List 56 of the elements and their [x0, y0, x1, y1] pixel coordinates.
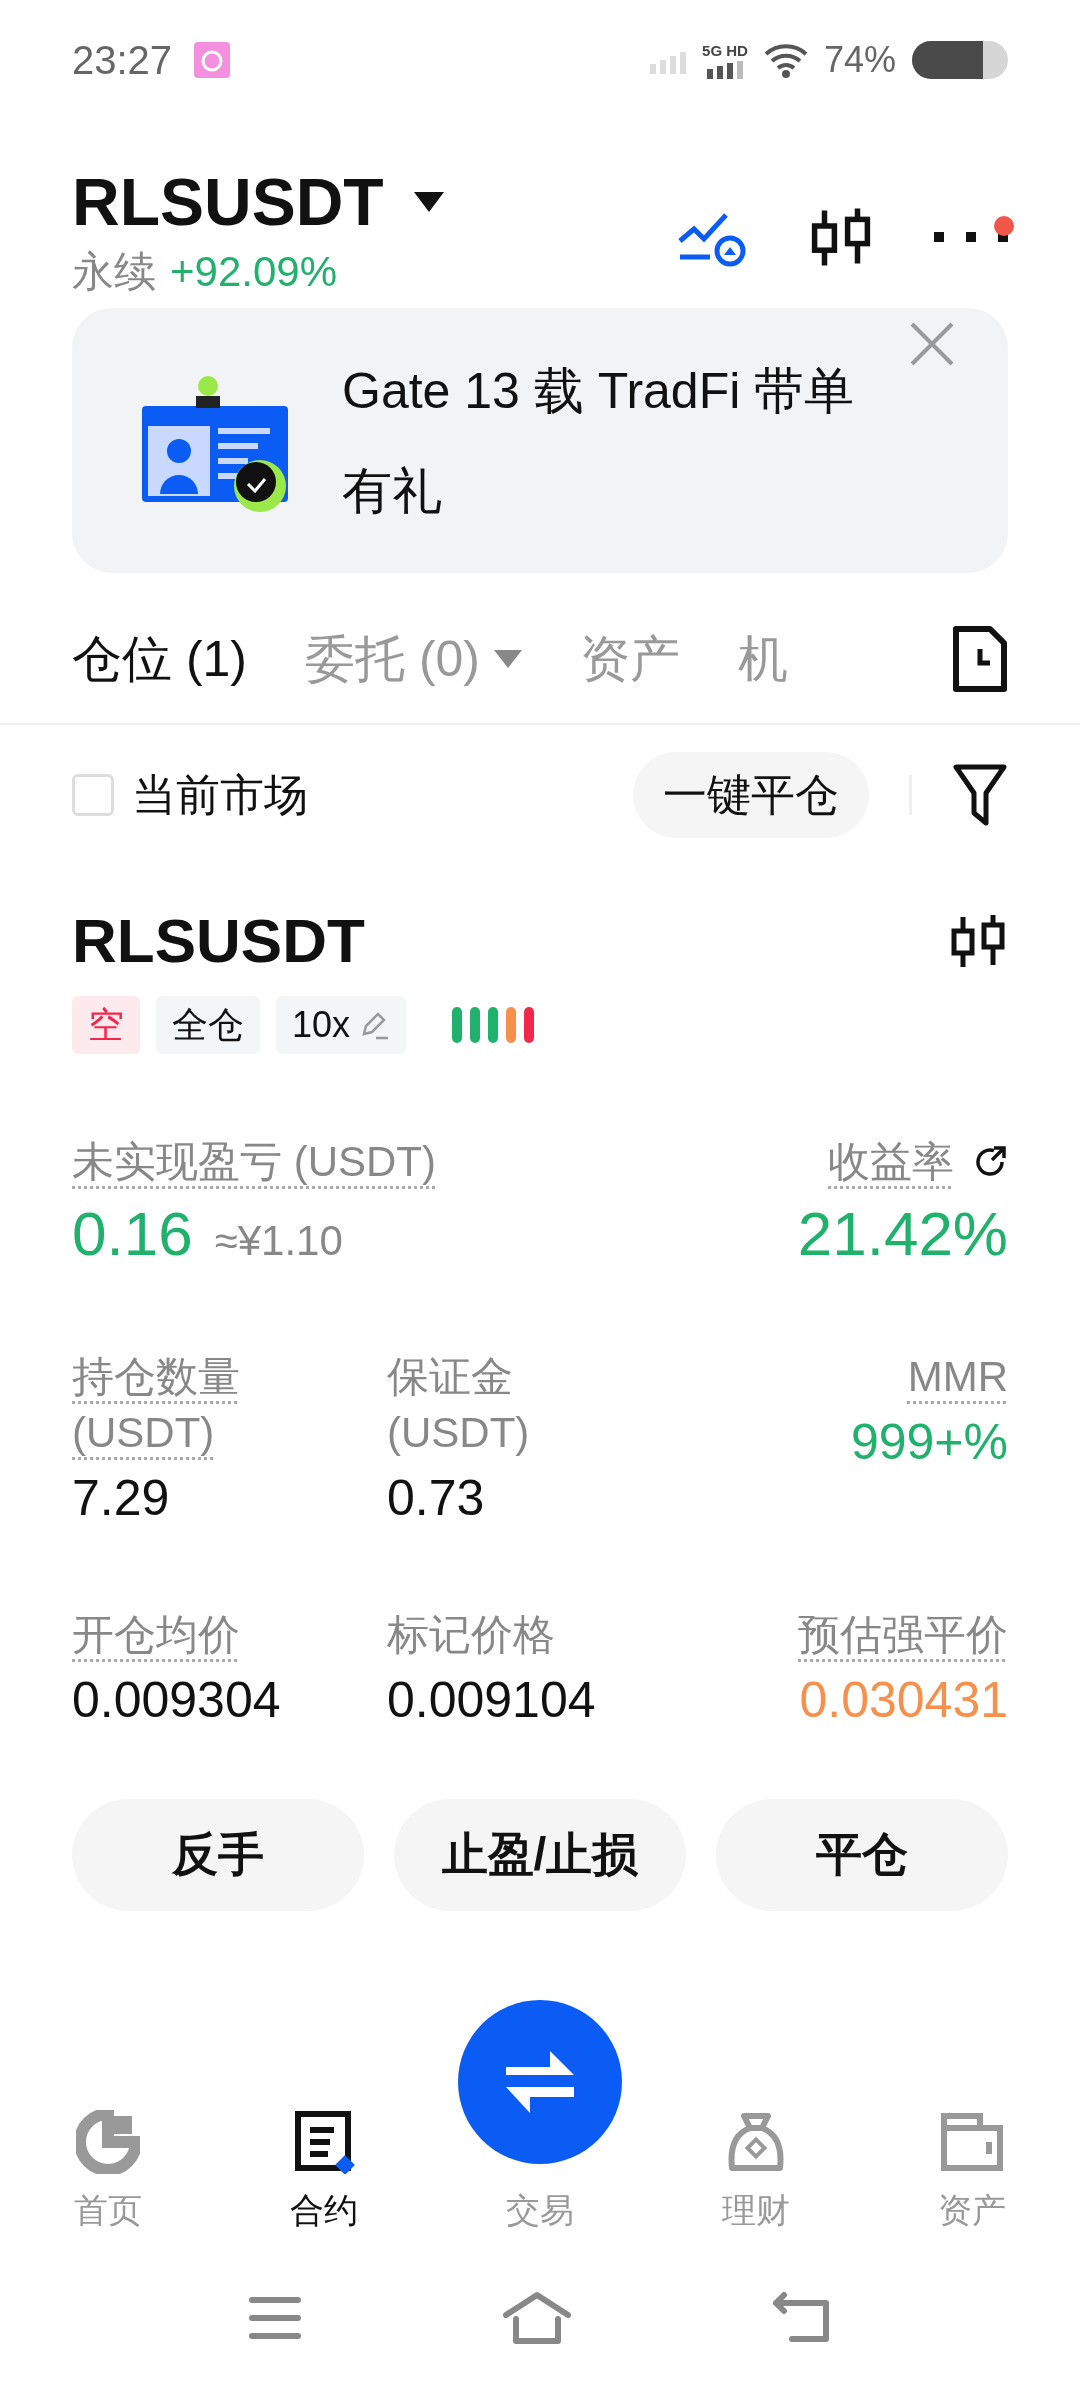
battery-percent: 74% — [823, 39, 896, 81]
camera-app-icon — [194, 42, 231, 78]
network-type: 5G HD — [702, 41, 748, 59]
stat-label: 收益率 — [828, 1137, 954, 1187]
dropdown-caret-icon — [494, 650, 522, 668]
banner-text: Gate 13 载 TradFi 带单有礼 — [342, 361, 856, 521]
close-icon[interactable] — [908, 320, 956, 368]
stat-value: 0.030431 — [799, 1671, 1008, 1729]
stat-value: 0.009104 — [387, 1671, 596, 1729]
price-change: +92.09% — [170, 248, 337, 296]
battery-icon — [912, 41, 1008, 79]
document-icon — [292, 2110, 356, 2174]
action-button[interactable]: 止盈/止损 — [394, 1799, 686, 1911]
back-icon[interactable] — [772, 2291, 832, 2345]
stat-label: 标记价格 — [387, 1610, 555, 1660]
stat-value: 999+% — [850, 1413, 1008, 1471]
stat-label: 开仓均价 — [72, 1610, 240, 1660]
stat-value: 0.009304 — [72, 1671, 281, 1729]
menu-icon[interactable] — [248, 2296, 302, 2340]
stat-label: MMR — [907, 1352, 1008, 1402]
stat-value: 0.73 — [387, 1469, 485, 1527]
wifi-icon — [763, 42, 808, 78]
contract-type: 永续 — [72, 247, 156, 297]
tab[interactable]: 仓位 (1) — [72, 595, 247, 723]
close-all-button[interactable]: 一键平仓 — [633, 752, 869, 838]
pair-symbol[interactable]: RLSUSDT — [72, 164, 384, 240]
stat-value: 21.42% — [797, 1198, 1008, 1269]
action-button[interactable]: 反手 — [72, 1799, 364, 1911]
promo-banner[interactable]: Gate 13 载 TradFi 带单有礼 — [72, 308, 1008, 573]
stat-unit: (USDT) — [387, 1408, 530, 1458]
stat-label: 预估强平价 — [798, 1610, 1008, 1660]
status-time: 23:27 — [72, 37, 173, 83]
stat-unit: (USDT) — [72, 1408, 215, 1458]
fiat-value: ≈¥1.10 — [214, 1217, 343, 1265]
leverage-tag[interactable]: 10x — [276, 996, 407, 1054]
action-button[interactable]: 平仓 — [716, 1799, 1008, 1911]
stat-value: 7.29 — [72, 1469, 170, 1527]
wallet-icon — [940, 2110, 1004, 2174]
signal-icon — [707, 60, 743, 79]
dropdown-caret-icon[interactable] — [413, 192, 444, 212]
checkbox-label: 当前市场 — [132, 768, 309, 821]
position-tag: 空 — [72, 996, 140, 1054]
edit-icon — [360, 1010, 391, 1040]
more-icon[interactable] — [934, 230, 1008, 244]
market-checkbox[interactable] — [72, 774, 114, 816]
home-icon[interactable] — [502, 2291, 572, 2345]
pie-chart-icon — [76, 2110, 140, 2174]
stat-label: 持仓数量 — [72, 1352, 240, 1402]
stat-value: 0.16 — [72, 1198, 193, 1269]
stat-label: 保证金 — [387, 1352, 513, 1402]
stat-label: 未实现盈亏 (USDT) — [72, 1137, 436, 1187]
document-clock-icon[interactable] — [952, 625, 1008, 693]
nav-item[interactable]: 合约 — [216, 2110, 432, 2234]
filter-icon[interactable] — [952, 763, 1008, 827]
position-tag: 全仓 — [156, 996, 260, 1054]
position-symbol: RLSUSDT — [72, 905, 365, 976]
